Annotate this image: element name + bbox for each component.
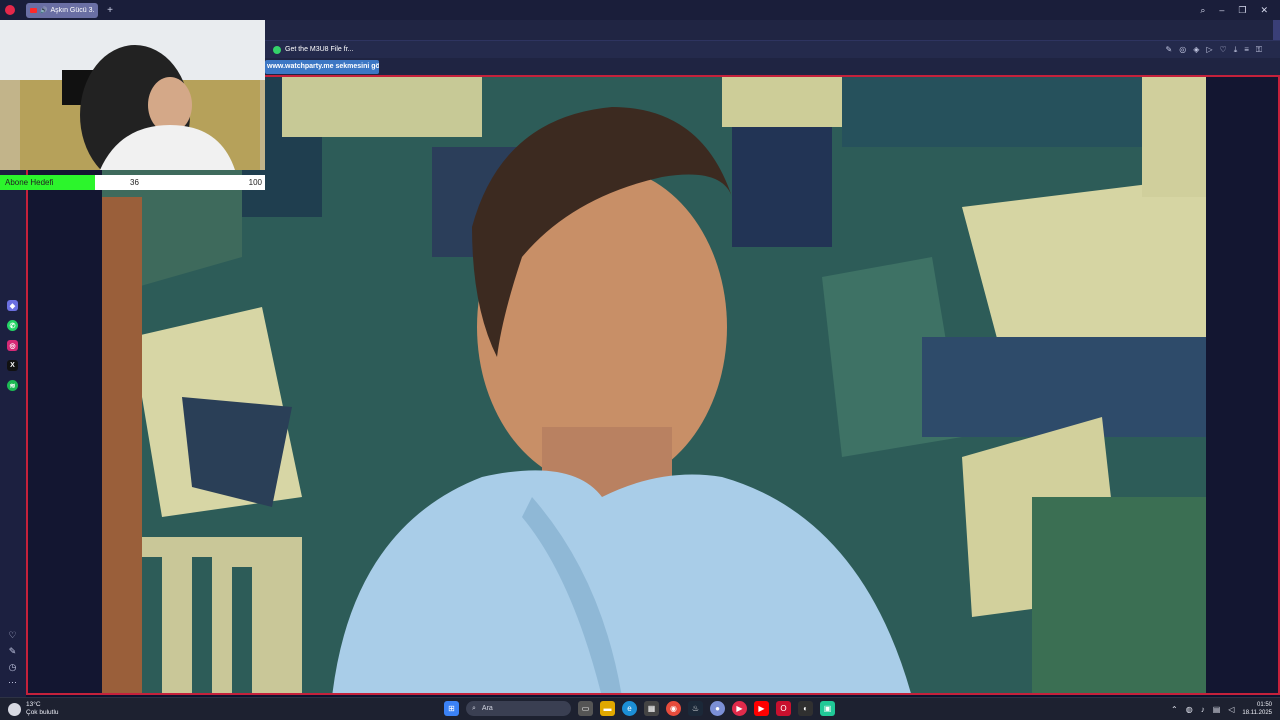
new-tab-button[interactable]: + <box>104 4 116 16</box>
weather-widget[interactable]: 13°C Çok bulutlu <box>8 701 59 717</box>
system-tray: ⌃ ◍ ♪ ▤ ◁ 01:50 18.11.2025 <box>1171 701 1272 717</box>
chrome-icon[interactable]: ◉ <box>666 701 681 716</box>
edge-icon[interactable]: e <box>622 701 637 716</box>
spotify-icon[interactable]: ≋ <box>7 380 18 391</box>
webcam-illustration <box>0 20 265 170</box>
download-icon[interactable]: ⤓ <box>1234 45 1238 55</box>
start-icon[interactable]: ⊞ <box>444 701 459 716</box>
goal-target: 100 <box>248 178 262 187</box>
clock[interactable]: 01:50 18.11.2025 <box>1242 701 1272 717</box>
chevron-up-icon[interactable]: ⌃ <box>1171 705 1178 714</box>
toolbar-accent <box>1273 20 1280 40</box>
tray-app-icon[interactable]: ◍ <box>1186 705 1193 714</box>
tab-active[interactable]: 🔊 Aşkın Gücü 3. Sezon <box>26 2 98 18</box>
taskbar-search[interactable]: ⌕ Ara <box>466 701 571 716</box>
subscriber-goal-bar: Abone Hedefi 36 100 <box>0 175 265 190</box>
app2-icon[interactable]: ▣ <box>820 701 835 716</box>
heart-icon[interactable]: ♡ <box>7 630 18 641</box>
minimize-button[interactable]: – <box>1219 5 1224 15</box>
lock-icon[interactable]: ⚿ <box>1256 45 1262 55</box>
file-explorer-icon[interactable]: ▬ <box>600 701 615 716</box>
background-pole <box>102 197 142 693</box>
video-frame <box>102 77 1206 693</box>
m3u8-extension[interactable]: Get the M3U8 File fr... <box>273 45 354 54</box>
video-content-illustration <box>102 77 1206 693</box>
camera-icon[interactable]: ◎ <box>1179 45 1186 55</box>
heart-icon[interactable]: ♡ <box>1220 45 1227 55</box>
obs-icon[interactable]: ◐ <box>798 701 813 716</box>
time: 01:50 <box>1256 702 1272 708</box>
clock-icon[interactable]: ◷ <box>7 662 18 673</box>
temperature: 13°C <box>26 701 41 708</box>
watchparty-button[interactable]: www.watchparty.me sekmesini göster <box>265 59 379 74</box>
edit-icon[interactable]: ✎ <box>7 646 18 657</box>
store-icon[interactable]: ▦ <box>644 701 659 716</box>
whatsapp-icon[interactable]: ✆ <box>7 320 18 331</box>
search-tabs-icon[interactable]: ⌕ <box>1200 5 1205 16</box>
watchparty-bar: www.watchparty.me sekmesini göster <box>265 58 1280 75</box>
m3u8-label: Get the M3U8 File fr... <box>285 46 354 53</box>
opera-logo-icon[interactable] <box>0 0 20 20</box>
browser-tab-bar: 🔊 Aşkın Gücü 3. Sezon + ⌕ – ❐ ✕ <box>0 0 1280 20</box>
app-icon[interactable]: ● <box>710 701 725 716</box>
more-icon[interactable]: ⋯ <box>7 677 18 688</box>
window-controls: ⌕ – ❐ ✕ <box>1200 0 1280 20</box>
shield-icon[interactable]: ◈ <box>1193 45 1199 55</box>
weather-desc: Çok bulutlu <box>26 709 59 716</box>
extension-bar: Get the M3U8 File fr... ✎ ◎ ◈ ▷ ♡ ⤓ ≡ ⚿ <box>265 40 1280 58</box>
address-toolbar <box>265 20 1280 40</box>
volume-icon[interactable]: ◁ <box>1228 705 1234 714</box>
screen: 🔊 Aşkın Gücü 3. Sezon + ⌕ – ❐ ✕ Get the … <box>0 0 1280 720</box>
speaker-icon[interactable]: 🔊 <box>40 7 47 14</box>
menu-icon[interactable]: ≡ <box>1244 45 1249 55</box>
taskbar: 13°C Çok bulutlu ⊞ ⌕ Ara ▭ ▬ e ▦ ◉ ♨ ● ▶… <box>0 697 1280 720</box>
goal-current: 36 <box>130 178 139 187</box>
play-icon[interactable]: ▷ <box>1206 45 1212 55</box>
x-icon[interactable]: X <box>7 360 18 371</box>
close-button[interactable]: ✕ <box>1260 5 1268 16</box>
mic-icon[interactable]: ♪ <box>1201 705 1205 714</box>
app-icon[interactable]: ◆ <box>7 300 18 311</box>
network-icon[interactable]: ▤ <box>1213 705 1221 714</box>
task-view-icon[interactable]: ▭ <box>578 701 593 716</box>
weather-text: 13°C Çok bulutlu <box>26 701 59 717</box>
media-icon[interactable]: ▶ <box>732 701 747 716</box>
tab-title: Aşkın Gücü 3. Sezon <box>50 6 94 14</box>
restore-button[interactable]: ❐ <box>1238 5 1246 16</box>
youtube-icon <box>30 7 37 13</box>
search-placeholder: Ara <box>481 705 493 712</box>
date: 18.11.2025 <box>1242 710 1272 716</box>
webcam-overlay <box>0 20 265 170</box>
green-dot-icon <box>273 45 281 54</box>
search-icon: ⌕ <box>472 704 476 712</box>
opera-icon[interactable]: O <box>776 701 791 716</box>
youtube-icon[interactable]: ▶ <box>754 701 769 716</box>
steam-icon[interactable]: ♨ <box>688 701 703 716</box>
instagram-icon[interactable]: ◎ <box>7 340 18 351</box>
cloud-icon <box>8 702 21 716</box>
toolbar-icons: ✎ ◎ ◈ ▷ ♡ ⤓ ≡ ⚿ <box>1166 45 1262 55</box>
goal-label: Abone Hedefi <box>5 178 54 187</box>
edit-icon[interactable]: ✎ <box>1166 45 1173 55</box>
taskbar-apps: ⊞ ⌕ Ara ▭ ▬ e ▦ ◉ ♨ ● ▶ ▶ O ◐ ▣ <box>444 701 835 716</box>
